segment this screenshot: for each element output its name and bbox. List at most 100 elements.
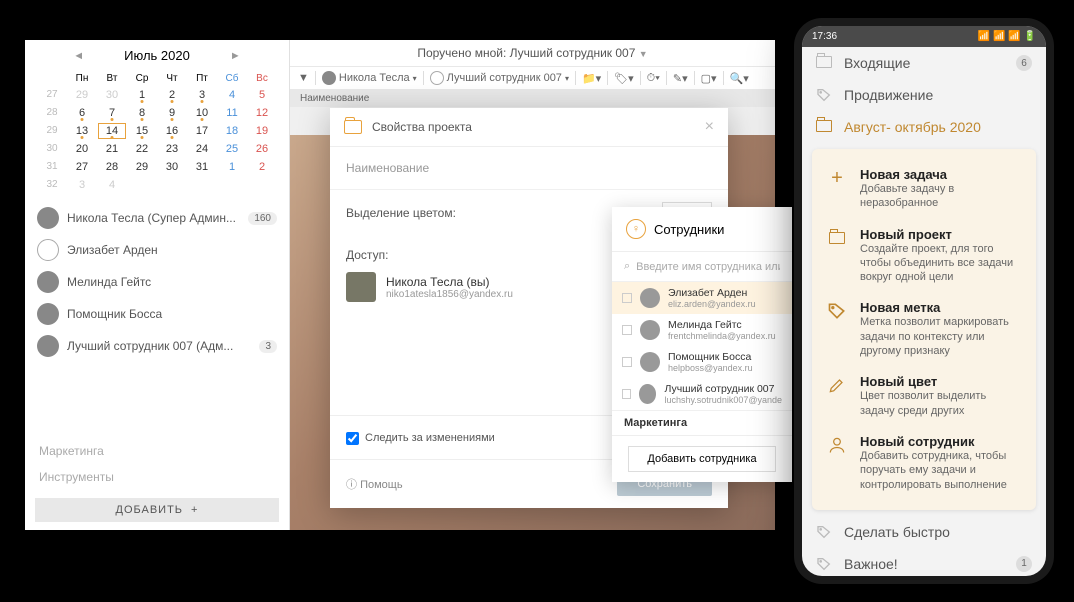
cal-day[interactable]: 20 bbox=[67, 140, 97, 158]
cal-day[interactable]: 5 bbox=[247, 86, 277, 104]
cal-day[interactable]: 29 bbox=[67, 86, 97, 104]
person-item[interactable]: Лучший сотрудник 007 (Адм... 3 bbox=[25, 330, 289, 362]
employee-item[interactable]: Помощник Боссаhelpboss@yandex.ru bbox=[612, 346, 792, 378]
cal-day[interactable]: 4 bbox=[97, 176, 127, 194]
main-header-text: Поручено мной: Лучший сотрудник 007 bbox=[417, 46, 635, 60]
cal-day[interactable]: 26 bbox=[247, 140, 277, 158]
cal-day[interactable] bbox=[157, 176, 187, 194]
phone-row[interactable]: Входящие 6 bbox=[802, 47, 1046, 79]
cal-day[interactable] bbox=[217, 176, 247, 194]
folder-icon bbox=[816, 120, 832, 132]
cal-day[interactable]: 11 bbox=[217, 104, 247, 122]
person-icon: ♀ bbox=[626, 219, 646, 239]
plus-icon: + bbox=[191, 504, 198, 516]
phone-option[interactable]: Новая меткаМетка позволит маркировать за… bbox=[812, 292, 1036, 366]
person-item[interactable]: Мелинда Гейтс bbox=[25, 266, 289, 298]
cal-day[interactable]: 13 bbox=[67, 122, 97, 140]
cal-day[interactable]: 28 bbox=[97, 158, 127, 176]
phone-row[interactable]: Продвижение bbox=[802, 79, 1046, 111]
name-field[interactable]: Наименование bbox=[330, 147, 728, 190]
follow-checkbox[interactable] bbox=[346, 432, 359, 445]
employee-item[interactable]: Элизабет Арденeliz.arden@yandex.ru bbox=[612, 282, 792, 314]
cal-day[interactable]: 25 bbox=[217, 140, 247, 158]
cal-day[interactable]: 24 bbox=[187, 140, 217, 158]
employee-item[interactable]: Мелинда Гейтсfrentchmelinda@yandex.ru bbox=[612, 314, 792, 346]
tag-tool-icon[interactable]: 🏷▾ bbox=[614, 72, 634, 85]
employee-item[interactable]: Лучший сотрудник 007luchshy.sotrudnik007… bbox=[612, 378, 792, 410]
add-button[interactable]: ДОБАВИТЬ + bbox=[35, 498, 279, 522]
checkbox[interactable] bbox=[622, 293, 632, 303]
cal-day[interactable]: 30 bbox=[97, 86, 127, 104]
user-email: niko1atesla1856@yandex.ru bbox=[386, 289, 513, 300]
cal-day[interactable]: 8 bbox=[127, 104, 157, 122]
phone-option[interactable]: Новый проектСоздайте проект, для того чт… bbox=[812, 219, 1036, 293]
person-item[interactable]: Элизабет Арден bbox=[25, 234, 289, 266]
filter-icon[interactable]: ▼ bbox=[298, 72, 309, 84]
phone-option[interactable]: Новый цветЦвет позволит выделить задачу … bbox=[812, 366, 1036, 426]
phone-row[interactable]: Сделать быстро bbox=[802, 516, 1046, 548]
phone-row[interactable]: Август- октябрь 2020 bbox=[802, 111, 1046, 143]
cal-day[interactable]: 12 bbox=[247, 104, 277, 122]
cal-day[interactable]: 31 bbox=[187, 158, 217, 176]
search-tool-icon[interactable]: 🔍▾ bbox=[730, 72, 749, 85]
brush-tool-icon[interactable]: ✎▾ bbox=[673, 72, 688, 85]
cal-day[interactable]: 15 bbox=[127, 122, 157, 140]
cal-day[interactable]: 3 bbox=[67, 176, 97, 194]
cal-day[interactable]: 4 bbox=[217, 86, 247, 104]
cal-day[interactable]: 6 bbox=[67, 104, 97, 122]
cal-day[interactable]: 1 bbox=[127, 86, 157, 104]
cal-day[interactable]: 18 bbox=[217, 122, 247, 140]
person-item[interactable]: Помощник Босса bbox=[25, 298, 289, 330]
cal-day[interactable]: 9 bbox=[157, 104, 187, 122]
cal-day[interactable]: 27 bbox=[67, 158, 97, 176]
cal-day[interactable]: 19 bbox=[247, 122, 277, 140]
box-tool-icon[interactable]: ▢▾ bbox=[701, 72, 717, 85]
cal-day[interactable]: 10 bbox=[187, 104, 217, 122]
avatar bbox=[37, 271, 59, 293]
checkbox[interactable] bbox=[622, 357, 632, 367]
close-icon[interactable]: × bbox=[705, 118, 714, 136]
cal-day[interactable]: 17 bbox=[187, 122, 217, 140]
cal-day[interactable]: 7 bbox=[97, 104, 127, 122]
cal-day[interactable]: 30 bbox=[157, 158, 187, 176]
toolbar: ▼ Никола Тесла ▾ Лучший сотрудник 007 ▾ … bbox=[290, 67, 775, 90]
status-time: 17:36 bbox=[812, 31, 837, 42]
cal-day[interactable]: 1 bbox=[217, 158, 247, 176]
new-item-card: + Новая задачаДобавьте задачу в неразобр… bbox=[812, 149, 1036, 510]
cal-day[interactable]: 23 bbox=[157, 140, 187, 158]
calendar-title[interactable]: Июль 2020 bbox=[124, 48, 190, 63]
person-item[interactable]: Никола Тесла (Супер Админ... 160 bbox=[25, 202, 289, 234]
cal-prev-icon[interactable]: ◄ bbox=[73, 50, 84, 62]
cal-day[interactable] bbox=[187, 176, 217, 194]
phone-option[interactable]: + Новая задачаДобавьте задачу в неразобр… bbox=[812, 159, 1036, 219]
clock-tool-icon[interactable]: ⏱▾ bbox=[647, 72, 660, 85]
cal-day[interactable]: 29 bbox=[127, 158, 157, 176]
cal-day[interactable] bbox=[247, 176, 277, 194]
phone-option[interactable]: Новый сотрудникДобавить сотрудника, чтоб… bbox=[812, 426, 1036, 500]
help-link[interactable]: ⓘ Помощь bbox=[346, 476, 403, 492]
toolbar-user2[interactable]: Лучший сотрудник 007 ▾ bbox=[430, 71, 569, 85]
cal-day[interactable]: 16 bbox=[157, 122, 187, 140]
person-name: Элизабет Арден bbox=[67, 243, 277, 257]
folder-tool-icon[interactable]: 📁▾ bbox=[582, 72, 601, 85]
cal-day[interactable]: 3 bbox=[187, 86, 217, 104]
cal-day[interactable]: 22 bbox=[127, 140, 157, 158]
cal-day[interactable]: 2 bbox=[157, 86, 187, 104]
add-employee-btn[interactable]: Добавить сотрудника bbox=[628, 446, 775, 472]
employee-search[interactable]: ⌕ Введите имя сотрудника или ем bbox=[612, 252, 792, 282]
checkbox[interactable] bbox=[622, 389, 631, 399]
tag-item[interactable]: Маркетинга bbox=[25, 438, 289, 464]
cal-day[interactable]: 2 bbox=[247, 158, 277, 176]
cal-next-icon[interactable]: ► bbox=[230, 50, 241, 62]
cal-day[interactable] bbox=[127, 176, 157, 194]
row-label: Важное! bbox=[844, 556, 898, 572]
tag-icon bbox=[816, 87, 832, 103]
calendar-grid: ПнВтСрЧтПтСбВс 2729301234528678910111229… bbox=[25, 71, 289, 202]
phone-row[interactable]: Важное! 1 bbox=[802, 548, 1046, 576]
cal-day[interactable]: 14 bbox=[97, 122, 127, 140]
toolbar-user1[interactable]: Никола Тесла ▾ bbox=[322, 71, 417, 85]
checkbox[interactable] bbox=[622, 325, 632, 335]
tag-item[interactable]: Инструменты bbox=[25, 464, 289, 490]
sidebar: ◄ Июль 2020 ► ПнВтСрЧтПтСбВс 27293012345… bbox=[25, 40, 290, 530]
cal-day[interactable]: 21 bbox=[97, 140, 127, 158]
